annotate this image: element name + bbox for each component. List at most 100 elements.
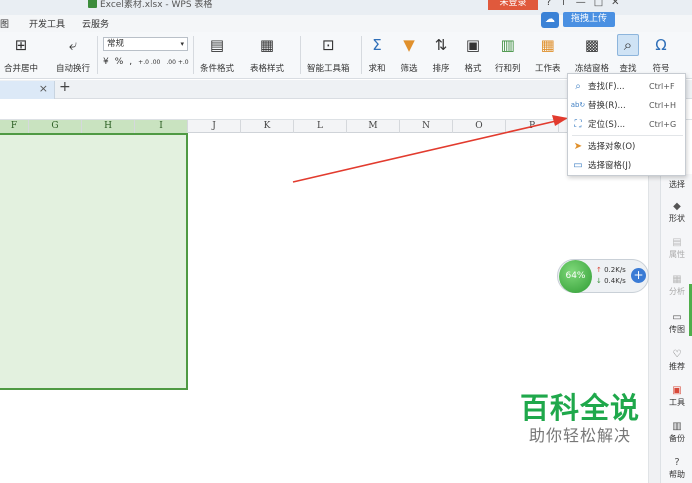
drag-upload-button[interactable]: ☁ 拖拽上传 [541, 11, 616, 28]
column-header-j[interactable]: J [188, 120, 241, 133]
smart-toolbox-button[interactable]: ⊡ 智能工具箱 [307, 34, 350, 74]
table-style-button[interactable]: ▦ 表格样式 [250, 34, 284, 74]
conditional-format-label: 条件格式 [200, 64, 235, 74]
column-header-k[interactable]: K [241, 120, 294, 133]
format-icon: ▣ [465, 36, 481, 54]
auto-wrap-button[interactable]: ⤶ 自动换行 [56, 34, 90, 74]
menu-item-locate[interactable]: ⛶ 定位(S)... Ctrl+G [568, 115, 687, 133]
replace-icon: ab↻ [570, 101, 586, 109]
toolbox-icon: ▣ [672, 385, 682, 396]
plus-icon[interactable]: + [631, 268, 646, 283]
panel-item-backup[interactable]: ▥ 备份 [661, 421, 692, 444]
panel-item-help[interactable]: ? 帮助 [661, 457, 692, 480]
worksheet-button[interactable]: ▦ 工作表 [535, 34, 561, 74]
freeze-icon: ▩ [584, 36, 600, 54]
column-header-o[interactable]: O [453, 120, 506, 133]
merge-center-button[interactable]: ⊞ 合并居中 [4, 34, 38, 74]
maximize-button[interactable]: □ [594, 0, 603, 8]
panel-item-analysis[interactable]: ▦ 分析 [661, 274, 692, 297]
number-format-select[interactable]: 常规 ▾ [103, 37, 188, 51]
menu-tab-cloud[interactable]: 云服务 [82, 17, 109, 30]
pane-icon: ▭ [573, 159, 583, 171]
menu-tab-view[interactable]: 图 [0, 17, 9, 30]
freeze-panes-button[interactable]: ▩ 冻结窗格 [575, 34, 609, 74]
cloud-icon: ☁ [541, 11, 559, 28]
increase-decimal-button[interactable]: +.0 .00 [138, 59, 160, 66]
currency-button[interactable]: ¥ [103, 57, 109, 67]
filter-button[interactable]: ▼ 筛选 [398, 34, 420, 74]
magnifier-icon: ⌕ [575, 80, 581, 92]
find-dropdown-menu: ⌕ 查找(F)... Ctrl+F ab↻ 替换(R)... Ctrl+H ⛶ … [567, 73, 686, 176]
selected-range[interactable] [0, 133, 188, 390]
ribbon-divider [193, 36, 194, 74]
column-header-n[interactable]: N [400, 120, 453, 133]
document-title-text: Excel素材.xlsx - WPS 表格 [100, 0, 213, 10]
cursor-icon: ➤ [573, 140, 583, 152]
funnel-icon: ▼ [403, 36, 415, 54]
download-speed: ↓ 0.4K/s [596, 277, 626, 285]
format-button[interactable]: ▣ 格式 [462, 34, 484, 74]
smart-toolbox-label: 智能工具箱 [307, 64, 350, 74]
omega-icon: Ω [655, 36, 667, 54]
search-icon: ⌕ [617, 34, 639, 56]
close-icon[interactable]: × [39, 82, 48, 95]
column-header-i[interactable]: I [135, 120, 188, 133]
percent-button[interactable]: % [115, 57, 124, 67]
panel-item-shape[interactable]: ◆ 形状 [661, 201, 692, 224]
sum-button[interactable]: Σ 求和 [366, 34, 388, 74]
menu-item-select-object-label: 选择对象(O) [588, 142, 636, 152]
panel-item-analysis-label: 分析 [669, 287, 685, 296]
arrow-up-icon: ↑ [596, 266, 605, 274]
menu-item-replace[interactable]: ab↻ 替换(R)... Ctrl+H [568, 96, 687, 114]
locate-icon: ⛶ [574, 118, 582, 130]
column-header-f[interactable]: F [0, 120, 29, 133]
panel-item-tools[interactable]: ▣ 工具 [661, 385, 692, 408]
column-header-g[interactable]: G [29, 120, 82, 133]
find-button[interactable]: ⌕ 查找 [617, 34, 639, 74]
menu-item-find-label: 查找(F)... [588, 82, 625, 92]
ribbon-toolbar: ⊞ 合并居中 ⤶ 自动换行 常规 ▾ ¥ % , +.0 .00 .00 +.0… [0, 32, 692, 79]
conditional-format-button[interactable]: ▤ 条件格式 [200, 34, 234, 74]
menu-item-selection-pane[interactable]: ▭ 选择窗格(J) [568, 156, 687, 174]
minimize-button[interactable]: — [576, 0, 586, 8]
panel-item-properties[interactable]: ▤ 属性 [661, 237, 692, 260]
menu-item-find[interactable]: ⌕ 查找(F)... Ctrl+F [568, 77, 687, 95]
menu-item-find-shortcut: Ctrl+F [649, 81, 675, 91]
menu-item-select-object[interactable]: ➤ 选择对象(O) [568, 137, 687, 155]
column-header-h[interactable]: H [82, 120, 135, 133]
upload-arrow-icon[interactable]: ↑ [559, 0, 567, 8]
sigma-icon: Σ [372, 36, 382, 54]
shape-icon: ◆ [673, 201, 681, 212]
close-window-button[interactable]: ✕ [611, 0, 619, 8]
decrease-decimal-button[interactable]: .00 +.0 [166, 59, 188, 66]
panel-item-tools-label: 工具 [669, 398, 685, 407]
table-style-label: 表格样式 [250, 64, 285, 74]
comma-button[interactable]: , [129, 57, 132, 67]
analysis-icon: ▦ [672, 274, 682, 285]
row-col-label: 行和列 [495, 64, 521, 74]
excel-file-icon [88, 0, 97, 8]
panel-item-shape-label: 形状 [669, 214, 685, 223]
symbol-button[interactable]: Ω 符号 [650, 34, 672, 74]
panel-item-select[interactable]: 选择 [661, 179, 692, 190]
column-header: F G H I J K L M N O P [0, 120, 660, 133]
add-sheet-button[interactable]: + [59, 79, 71, 95]
upload-speed: ↑ 0.2K/s [596, 266, 626, 274]
sort-button[interactable]: ⇅ 排序 [430, 34, 452, 74]
panel-item-send-image-label: 传图 [669, 325, 685, 334]
sheet-tab[interactable]: × [0, 81, 55, 99]
column-header-p[interactable]: P [506, 120, 559, 133]
login-button[interactable]: 未登录 [488, 0, 538, 10]
menu-item-replace-shortcut: Ctrl+H [649, 100, 676, 110]
help-icon[interactable]: ? [546, 0, 551, 8]
speed-percent: 64% [559, 260, 592, 293]
panel-item-recommend[interactable]: ♡ 推荐 [661, 349, 692, 372]
panel-item-send-image[interactable]: ▭ 传图 [661, 312, 692, 335]
upload-speed-value: 0.2K/s [604, 266, 626, 274]
network-speed-widget[interactable]: 64% ↑ 0.2K/s ↓ 0.4K/s + [557, 259, 649, 293]
vertical-scrollbar[interactable] [648, 133, 660, 483]
row-col-button[interactable]: ▥ 行和列 [495, 34, 521, 74]
column-header-l[interactable]: L [294, 120, 347, 133]
menu-tab-developer[interactable]: 开发工具 [29, 17, 65, 30]
column-header-m[interactable]: M [347, 120, 400, 133]
